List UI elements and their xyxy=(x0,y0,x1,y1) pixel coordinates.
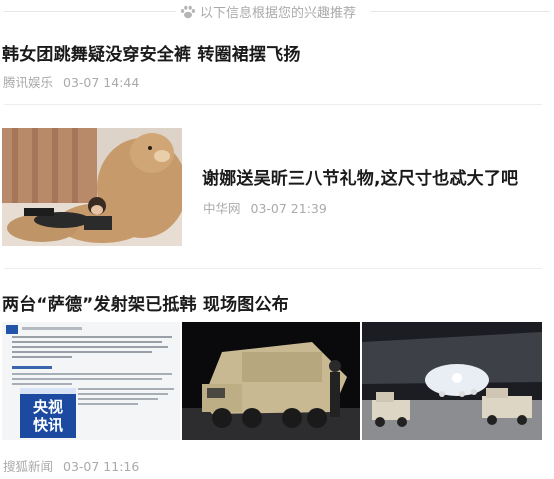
aircraft-unloading-photo xyxy=(362,322,542,440)
paw-icon xyxy=(181,5,195,18)
news-image-teddy-bear[interactable] xyxy=(2,128,182,246)
news-time-3: 03-07 11:16 xyxy=(63,459,140,474)
cctv-badge-line2: 快讯 xyxy=(33,416,63,434)
news-image-screenshot[interactable]: 央视 快讯 xyxy=(2,322,180,440)
news-screenshot-cctv: 央视 快讯 xyxy=(2,322,180,440)
news-image-launcher[interactable] xyxy=(182,322,360,440)
feed-divider-1 xyxy=(4,104,542,105)
news-meta-1: 腾讯娱乐 03-07 14:44 xyxy=(3,72,139,91)
news-title-2[interactable]: 谢娜送吴昕三八节礼物,这尺寸也忒大了吧 xyxy=(202,164,518,189)
teddy-bear-photo xyxy=(2,128,182,246)
news-title-3[interactable]: 两台“萨德”发射架已抵韩 现场图公布 xyxy=(2,290,289,315)
news-image-aircraft[interactable] xyxy=(362,322,542,440)
header-label-text: 以下信息根据您的兴趣推荐 xyxy=(200,6,357,21)
feed-divider-2 xyxy=(4,268,542,269)
thaad-launcher-truck-photo xyxy=(182,322,360,440)
news-time-2: 03-07 21:39 xyxy=(250,201,327,216)
recommendation-header: 以下信息根据您的兴趣推荐 xyxy=(0,0,554,24)
news-source-1: 腾讯娱乐 xyxy=(3,75,54,90)
news-time-1: 03-07 14:44 xyxy=(63,75,140,90)
news-source-3: 搜狐新闻 xyxy=(3,459,54,474)
header-label: 以下信息根据您的兴趣推荐 xyxy=(180,2,356,21)
news-meta-3: 搜狐新闻 03-07 11:16 xyxy=(3,456,139,475)
news-meta-2: 中华网 03-07 21:39 xyxy=(203,198,327,217)
header-divider-right xyxy=(370,11,550,12)
header-divider-left xyxy=(4,11,176,12)
news-source-2: 中华网 xyxy=(203,201,241,216)
cctv-badge-line1: 央视 xyxy=(33,398,63,416)
news-title-1[interactable]: 韩女团跳舞疑没穿安全裤 转圈裙摆飞扬 xyxy=(2,40,301,65)
